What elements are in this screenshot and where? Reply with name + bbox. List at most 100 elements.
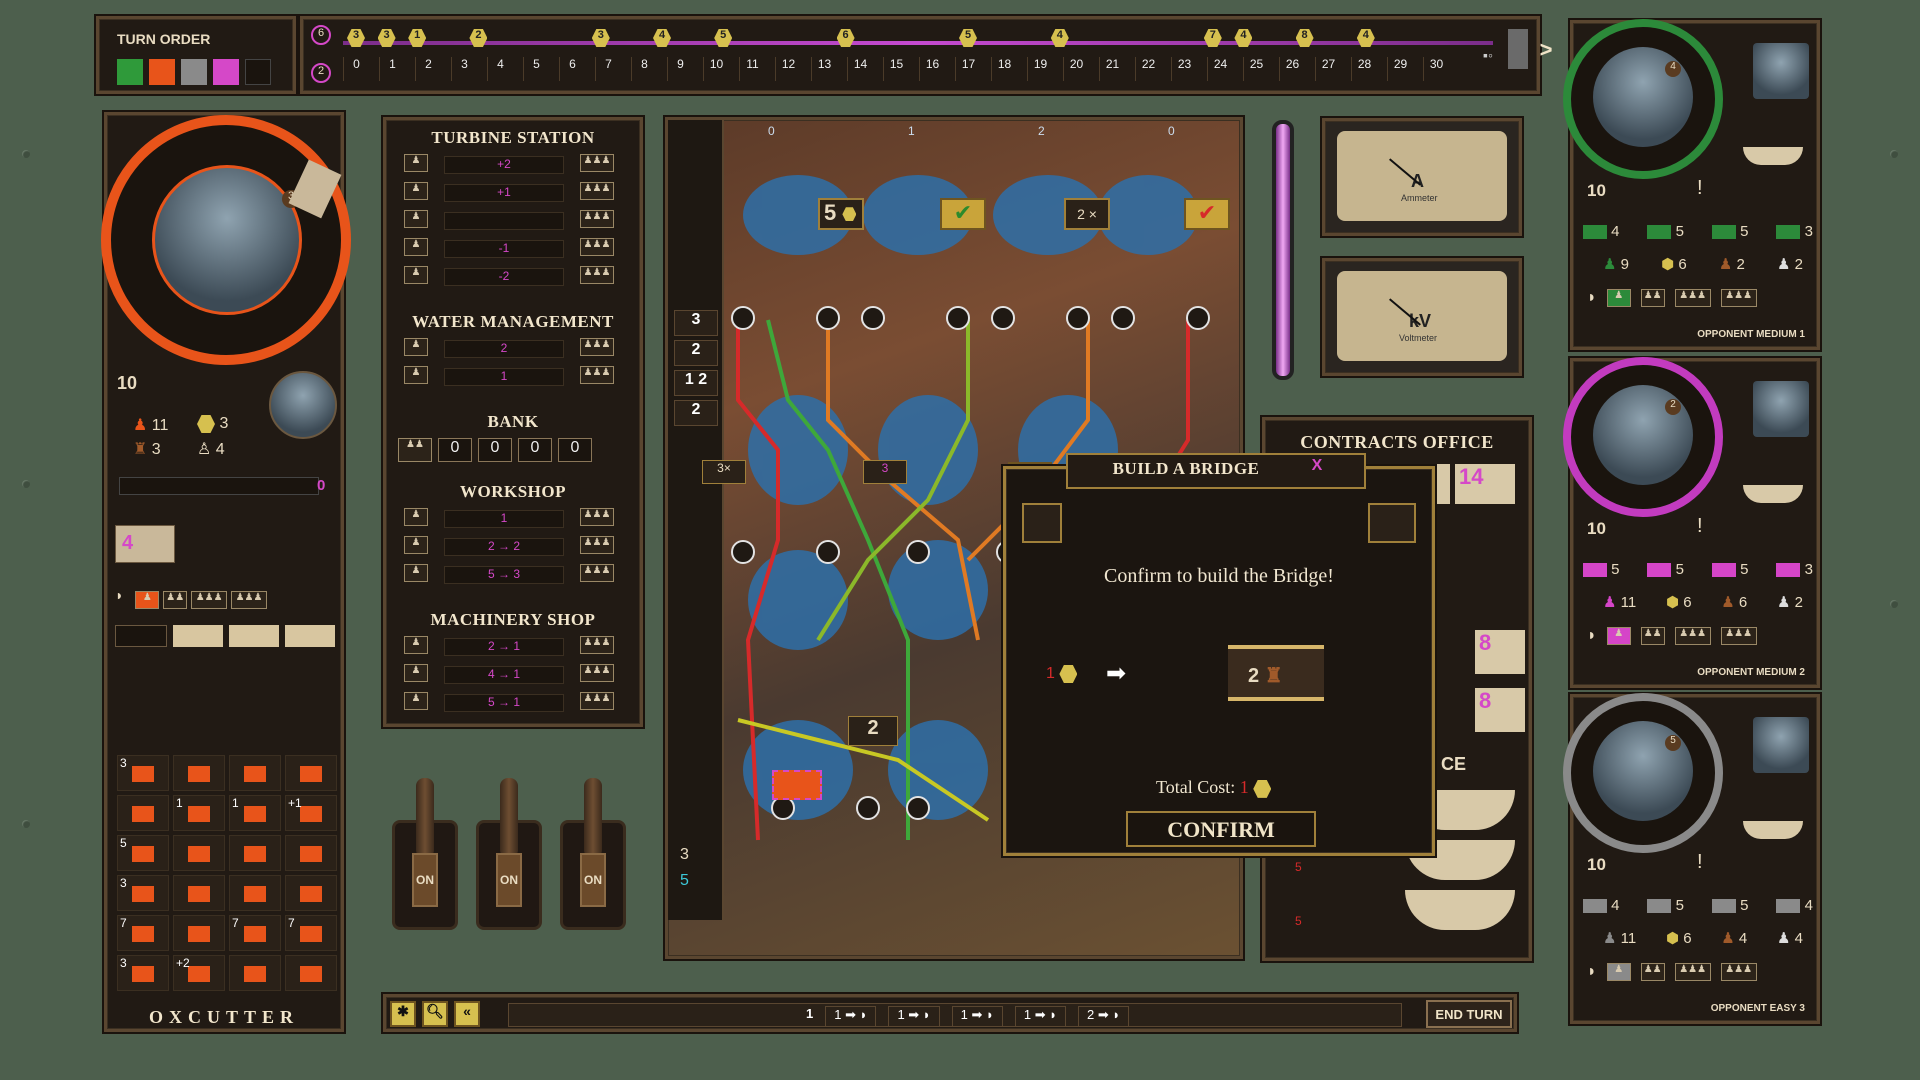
turn-order-label: TURN ORDER	[117, 31, 211, 47]
bank-slot-1[interactable]: 0	[438, 438, 472, 462]
worker-slot[interactable]: ♟	[404, 182, 428, 200]
worker-slot-group[interactable]: ♟♟♟	[580, 636, 614, 654]
worker-slot[interactable]: ♟	[404, 508, 428, 526]
worker-slot[interactable]: ♟	[404, 664, 428, 682]
confirm-button[interactable]: CONFIRM	[1126, 811, 1316, 847]
private-contract[interactable]: 4	[115, 525, 175, 563]
history-item[interactable]: 1 ➡ ◗	[1014, 1006, 1067, 1027]
bank-slot-4[interactable]: 0	[558, 438, 592, 462]
map-left-values: 3 2 1 2 2	[674, 310, 718, 430]
worker-slot-2[interactable]: ♟♟	[163, 591, 188, 609]
action-effect: 1	[444, 510, 564, 528]
worker-slot: ♟♟♟	[1720, 963, 1757, 981]
player-name: OXCUTTER	[148, 1007, 299, 1027]
worker-slot[interactable]: ♟	[404, 210, 428, 228]
worker-slot-group[interactable]: ♟♟♟	[580, 508, 614, 526]
lever-2[interactable]: ON	[476, 778, 542, 930]
search-button[interactable]: 🔍︎	[422, 1001, 448, 1027]
multiplier-tile[interactable]: 2 ×	[1064, 198, 1110, 230]
worker-slot-1[interactable]: ♟	[135, 591, 160, 609]
dialog-close-button[interactable]: X	[1306, 457, 1328, 481]
worker-slot: ♟♟	[1640, 963, 1665, 981]
settings-button[interactable]: ✱	[390, 1001, 416, 1027]
workshop-title: WORKSHOP	[459, 482, 566, 501]
supply-cell	[229, 755, 281, 791]
resource-count: ♟ 2	[1719, 255, 1745, 273]
worker-slot[interactable]: ♟	[404, 238, 428, 256]
worker-slot-group[interactable]: ♟♟♟	[580, 182, 614, 200]
bank-worker-slot[interactable]: ♟♟	[398, 438, 432, 462]
worker-slot-group[interactable]: ♟♟♟	[580, 266, 614, 284]
lever-1[interactable]: ON	[392, 778, 458, 930]
track-number: 26	[1279, 57, 1305, 81]
track-marker-2: 2	[311, 63, 331, 83]
opponent-vp: 10	[1587, 855, 1606, 874]
history-item[interactable]: 2 ➡ ◗	[1078, 1006, 1130, 1027]
worker-slot-4[interactable]: ♟♟♟	[231, 591, 268, 609]
vp-tile-5[interactable]: 5	[818, 198, 864, 230]
worker-slot[interactable]: ♟	[404, 564, 428, 582]
mixer-tile[interactable]	[173, 625, 223, 647]
resource-count-value: 4	[1794, 930, 1803, 947]
total-cost: Total Cost: 1	[1156, 777, 1272, 798]
worker-slot[interactable]: ♟	[404, 636, 428, 654]
powerhouse-tile[interactable]	[285, 625, 335, 647]
end-turn-button[interactable]: END TURN	[1426, 1000, 1512, 1028]
opponent-contract	[1743, 485, 1803, 503]
structure-count: 4	[1583, 897, 1620, 914]
opponent-worker-slots: ◗ ♟ ♟♟ ♟♟♟ ♟♟♟	[1587, 289, 1757, 307]
worker-slot[interactable]: ♟	[404, 692, 428, 710]
resource-icon: ♟	[1603, 256, 1617, 273]
worker-slot[interactable]: ♟	[404, 366, 428, 384]
mid-bonus-1[interactable]: 3×	[702, 460, 746, 484]
next-arrow-button[interactable]: >	[1531, 37, 1561, 67]
history-item[interactable]: 1 ➡ ◗	[825, 1006, 877, 1027]
bank-slot-3[interactable]: 0	[518, 438, 552, 462]
structure-icon	[1647, 899, 1672, 914]
selected-bridge-slot[interactable]	[772, 770, 822, 800]
lightbulb-icon	[1508, 29, 1528, 69]
worker-slot[interactable]: ♟	[404, 154, 428, 172]
resource-count: ♟ 4	[1721, 929, 1747, 947]
worker-slot-group[interactable]: ♟♟♟	[580, 692, 614, 710]
worker-slot-group[interactable]: ♟♟♟	[580, 210, 614, 228]
dialog-bridge-icon	[1368, 503, 1416, 543]
rewind-button[interactable]: «	[454, 1001, 480, 1027]
structure-count: 3	[1776, 223, 1813, 240]
worker-slot[interactable]: ♟	[404, 338, 428, 356]
structure-icon	[1583, 563, 1607, 578]
dialog-cost-in: 1	[1046, 665, 1078, 683]
worker-slot-group[interactable]: ♟♟♟	[580, 564, 614, 582]
contract-card-3[interactable]: 8	[1475, 630, 1525, 674]
worker-slot-group[interactable]: ♟♟♟	[580, 154, 614, 172]
worker-slot-group[interactable]: ♟♟♟	[580, 366, 614, 384]
track-number: 27	[1315, 57, 1341, 81]
action-row: ♟ 2 → 2 ♟♟♟	[404, 536, 624, 558]
action-row: ♟ +1 ♟♟♟	[404, 182, 624, 204]
bank-title: BANK	[487, 412, 539, 431]
history-item[interactable]: 1 ➡ ◗	[951, 1006, 1003, 1027]
bank-slot-2[interactable]: 0	[478, 438, 512, 462]
worker-slot[interactable]: ♟	[404, 536, 428, 554]
structure-icon	[300, 806, 322, 822]
contract-card-4[interactable]: 8	[1475, 688, 1525, 732]
track-number: 1	[379, 57, 405, 81]
contract-slot-3[interactable]	[1405, 890, 1515, 930]
worker-slot-group[interactable]: ♟♟♟	[580, 338, 614, 356]
mid-bonus-2[interactable]: 3	[863, 460, 907, 484]
resource-icon: ♟	[1718, 256, 1733, 273]
bridge-bonus-tile[interactable]: 2	[848, 716, 898, 746]
conduit-tile[interactable]	[229, 625, 279, 647]
worker-slot-3[interactable]: ♟♟♟	[191, 591, 228, 609]
history-counter: 1	[806, 1006, 814, 1021]
contract-card-2[interactable]: 14	[1455, 464, 1515, 504]
excavator-tile[interactable]	[115, 625, 167, 647]
worker-slot-group[interactable]: ♟♟♟	[580, 238, 614, 256]
history-item[interactable]: 1 ➡ ◗	[888, 1006, 940, 1027]
contract-cost-2: 5	[1295, 914, 1302, 928]
worker-slot[interactable]: ♟	[404, 266, 428, 284]
worker-slot-group[interactable]: ♟♟♟	[580, 536, 614, 554]
player-vp: 10	[117, 373, 138, 393]
worker-slot-group[interactable]: ♟♟♟	[580, 664, 614, 682]
lever-3[interactable]: ON	[560, 778, 626, 930]
